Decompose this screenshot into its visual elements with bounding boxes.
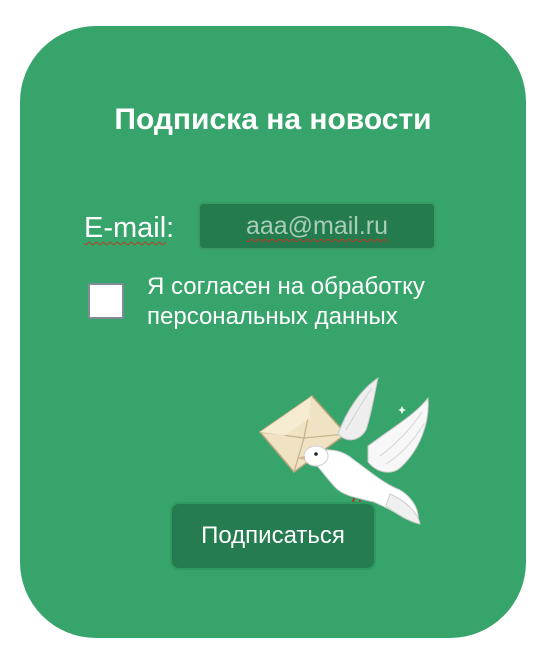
consent-checkbox[interactable] [88,283,124,319]
subscribe-button[interactable]: Подписаться [170,502,376,570]
email-label-text: E-mail [84,212,167,244]
email-input-value: aaa@mail.ru [245,212,389,240]
form-title: Подписка на новости [114,103,432,136]
consent-label[interactable]: Я согласен на обработку персональных дан… [147,272,487,332]
email-input[interactable]: aaa@mail.ru [198,202,436,250]
consent-line-2: персональных данных [147,303,398,330]
consent-line-1: Я согласен на обработку [147,273,425,300]
email-label-colon: : [166,212,175,244]
email-label: E-mail: [84,208,174,248]
